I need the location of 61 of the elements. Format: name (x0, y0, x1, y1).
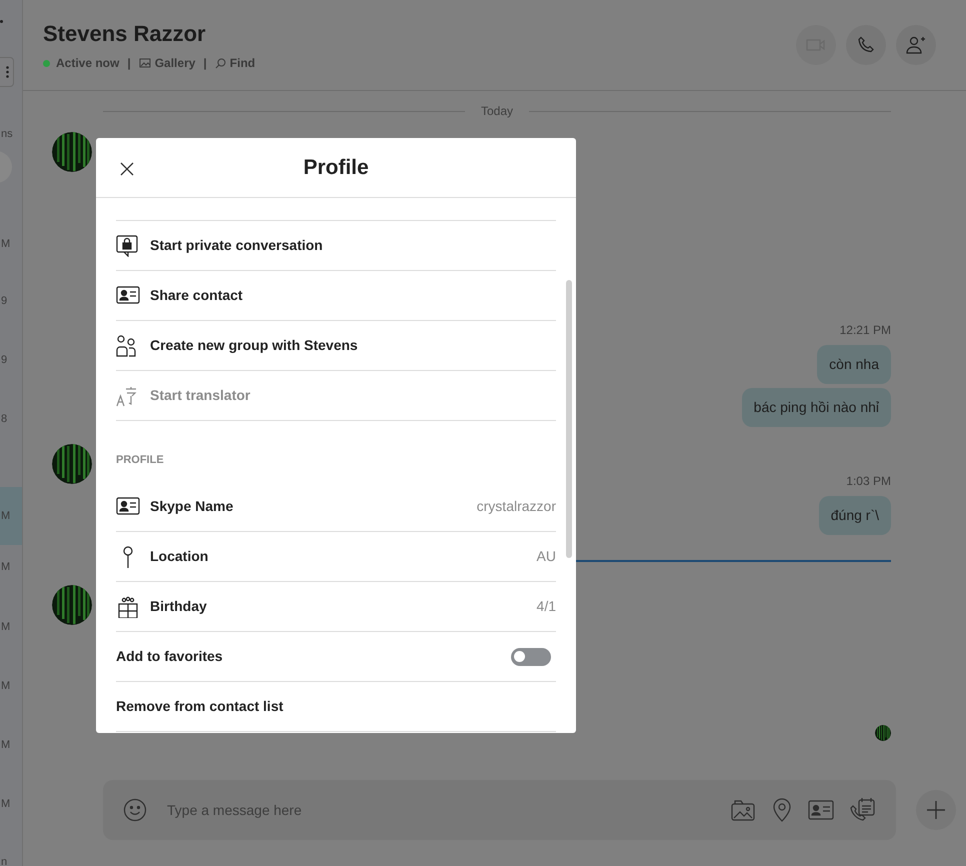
separator: | (203, 55, 207, 72)
field-value: AU (536, 547, 556, 566)
menu-item[interactable]: Share contact (150, 285, 243, 306)
gallery-icon[interactable] (730, 798, 756, 822)
kebab-icon (6, 66, 9, 78)
section-heading: PROFILE (116, 452, 164, 468)
sidebar-item[interactable]: M (0, 735, 22, 755)
favorites-toggle[interactable] (511, 648, 551, 666)
lock-chat-icon (116, 234, 140, 256)
sidebar-item[interactable]: M (0, 234, 22, 254)
sidebar-item[interactable]: M (0, 676, 22, 696)
field-label: Location (150, 547, 208, 566)
call-button[interactable] (846, 25, 886, 65)
contact-card-icon (116, 496, 140, 518)
close-icon (119, 161, 135, 177)
phone-icon (857, 36, 875, 54)
image-icon (138, 58, 151, 68)
message-time: 1:03 PM (846, 473, 891, 490)
emoji-icon[interactable] (123, 798, 147, 822)
header-link[interactable]: Gallery (138, 54, 196, 72)
contact-card-icon (116, 284, 140, 306)
sidebar-item[interactable]: M (0, 557, 22, 577)
sidebar-item[interactable]: n (0, 852, 22, 866)
message-bubble: bác ping hồi nào nhỉ (742, 388, 891, 427)
date-divider: Today (480, 103, 514, 120)
sidebar-item[interactable]: ns (0, 124, 22, 144)
sidebar-item[interactable]: 9 (0, 350, 22, 370)
field-value: crystalrazzor (476, 497, 556, 516)
add-button[interactable] (916, 790, 956, 830)
field-label: Birthday (150, 597, 207, 616)
status-text: Active now (56, 55, 120, 72)
menu-button[interactable] (0, 57, 14, 87)
add-person-icon (906, 36, 926, 54)
contact-name: Stevens Razzor (43, 20, 207, 48)
message-time: 12:21 PM (840, 322, 891, 339)
add-person-button[interactable] (896, 25, 936, 65)
message-bubble: còn nha (817, 345, 891, 384)
sidebar-item[interactable]: 9 (0, 291, 22, 311)
scrollbar[interactable] (566, 280, 572, 558)
message-composer[interactable]: Type a message here (103, 780, 896, 840)
menu-item[interactable]: Create new group with Stevens (150, 335, 358, 356)
menu-item[interactable]: Remove from contact list (116, 696, 284, 717)
plus-icon (926, 800, 946, 820)
message-input[interactable]: Type a message here (167, 800, 730, 820)
separator: | (127, 55, 131, 72)
header-link[interactable]: Find (214, 54, 256, 72)
gift-icon (116, 596, 140, 618)
search-icon (214, 58, 226, 68)
field-label: Skype Name (150, 497, 234, 516)
location-pin-icon[interactable] (772, 798, 792, 822)
sidebar-item[interactable]: 8 (0, 409, 22, 429)
sidebar-item[interactable]: M (0, 794, 22, 814)
dialog-title: Profile (303, 154, 369, 181)
toggle-label: Add to favorites (116, 647, 223, 666)
contact-card-icon[interactable] (808, 800, 834, 820)
sidebar-item[interactable]: M (0, 487, 22, 545)
message-bubble: đúng r`\ (818, 496, 891, 535)
calendar-call-icon[interactable] (850, 797, 876, 823)
sidebar-item[interactable]: M (0, 617, 22, 637)
menu-item[interactable]: Start private conversation (150, 235, 323, 256)
field-value: 4/1 (536, 597, 556, 616)
